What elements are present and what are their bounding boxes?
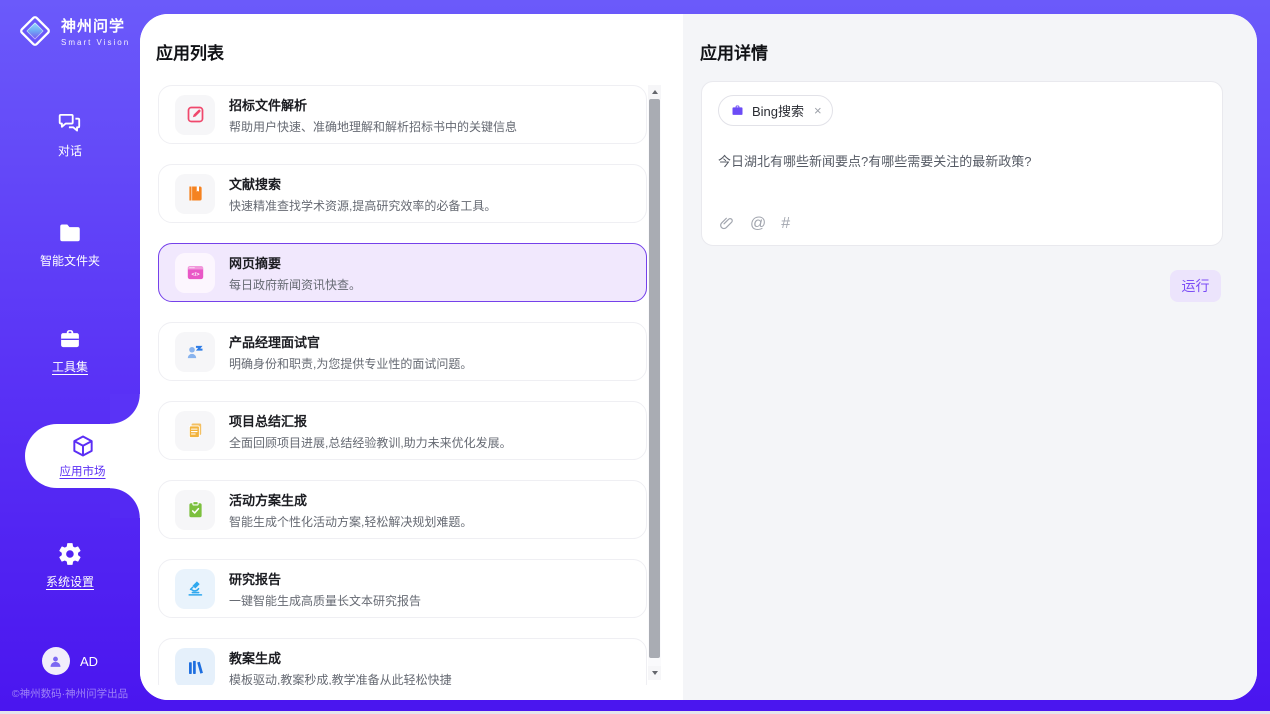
sidebar-item-app-market[interactable]: 应用市场	[25, 424, 140, 488]
sidebar-item-label: 工具集	[52, 358, 88, 375]
app-card-desc: 模板驱动,教案秒成,教学准备从此轻松快捷	[229, 671, 452, 686]
scrollbar[interactable]	[648, 85, 661, 680]
user-row[interactable]: AD	[0, 647, 140, 675]
app-card-desc: 明确身份和职责,为您提供专业性的面试问题。	[229, 355, 472, 372]
app-card-list: 招标文件解析 帮助用户快速、准确地理解和解析招标书中的关键信息 文献搜索 快速精…	[158, 85, 647, 685]
app-card-title: 招标文件解析	[229, 95, 517, 114]
tool-chip-label: Bing搜索	[752, 101, 804, 120]
gear-icon	[0, 541, 140, 567]
app-card[interactable]: 活动方案生成 智能生成个性化活动方案,轻松解决规划难题。	[158, 480, 647, 539]
brand-logo: 神州问学 Smart Vision	[16, 12, 130, 50]
briefcase-icon	[730, 103, 745, 118]
app-card[interactable]: </> 网页摘要 每日政府新闻资讯快查。	[158, 243, 647, 302]
app-card-desc: 智能生成个性化活动方案,轻松解决规划难题。	[229, 513, 472, 530]
folder-icon	[0, 220, 140, 246]
app-card-desc: 每日政府新闻资讯快查。	[229, 276, 361, 293]
app-detail-title: 应用详情	[700, 39, 768, 64]
sidebar-item-label: 系统设置	[46, 573, 94, 590]
brand-subtitle: Smart Vision	[61, 38, 130, 47]
books-icon	[185, 657, 206, 678]
app-card-title: 活动方案生成	[229, 490, 472, 509]
avatar[interactable]	[42, 647, 70, 675]
app-card-title: 项目总结汇报	[229, 411, 512, 430]
hash-icon[interactable]: #	[781, 216, 790, 232]
toolbox-icon	[0, 326, 140, 352]
app-card-desc: 一键智能生成高质量长文本研究报告	[229, 592, 421, 609]
sidebar-item-label: 对话	[58, 142, 82, 159]
chat-icon	[0, 110, 140, 136]
scroll-down-button[interactable]	[648, 666, 661, 680]
copyright-text: ©神州数码·神州问学出品	[0, 686, 140, 701]
mention-icon[interactable]: @	[750, 216, 766, 232]
user-name: AD	[80, 654, 98, 669]
app-card-title: 网页摘要	[229, 253, 361, 272]
app-card-desc: 帮助用户快速、准确地理解和解析招标书中的关键信息	[229, 118, 517, 135]
app-card-title: 教案生成	[229, 648, 452, 667]
triangle-down-icon	[652, 671, 658, 675]
app-card[interactable]: 研究报告 一键智能生成高质量长文本研究报告	[158, 559, 647, 618]
diamond-logo-icon	[16, 12, 54, 50]
prompt-composer[interactable]: Bing搜索 × 今日湖北有哪些新闻要点?有哪些需要关注的最新政策? @ #	[701, 81, 1223, 246]
attachment-icon[interactable]	[718, 215, 735, 232]
triangle-up-icon	[652, 90, 658, 94]
clipboard-check-icon	[185, 499, 206, 520]
run-button[interactable]: 运行	[1170, 270, 1221, 302]
sidebar-item-label: 应用市场	[60, 463, 106, 479]
app-card-desc: 快速精准查找学术资源,提高研究效率的必备工具。	[229, 197, 496, 214]
sidebar-item-smart-folder[interactable]: 智能文件夹	[0, 220, 140, 270]
app-card[interactable]: 文献搜索 快速精准查找学术资源,提高研究效率的必备工具。	[158, 164, 647, 223]
edit-square-icon	[185, 104, 206, 125]
sidebar-item-chat[interactable]: 对话	[0, 110, 140, 160]
book-icon	[185, 183, 206, 204]
tool-chip-bing-search[interactable]: Bing搜索 ×	[718, 95, 833, 126]
app-card-desc: 全面回顾项目进展,总结经验教训,助力未来优化发展。	[229, 434, 512, 451]
sidebar-item-toolset[interactable]: 工具集	[0, 326, 140, 376]
app-card[interactable]: 产品经理面试官 明确身份和职责,为您提供专业性的面试问题。	[158, 322, 647, 381]
app-card[interactable]: 教案生成 模板驱动,教案秒成,教学准备从此轻松快捷	[158, 638, 647, 685]
app-card[interactable]: 项目总结汇报 全面回顾项目进展,总结经验教训,助力未来优化发展。	[158, 401, 647, 460]
app-card-title: 产品经理面试官	[229, 332, 472, 351]
microscope-icon	[185, 578, 206, 599]
app-card[interactable]: 招标文件解析 帮助用户快速、准确地理解和解析招标书中的关键信息	[158, 85, 647, 144]
composer-toolbar: @ #	[718, 215, 790, 232]
app-detail-panel: 应用详情 Bing搜索 × 今日湖北有哪些新闻要点?有哪些需要关注的最新政策? …	[683, 14, 1257, 700]
app-list-title: 应用列表	[156, 39, 224, 64]
browser-code-icon: </>	[185, 262, 206, 283]
brand-name: 神州问学	[61, 15, 130, 36]
person-arrow-icon	[185, 341, 206, 362]
sidebar-item-settings[interactable]: 系统设置	[0, 541, 140, 591]
chip-close-icon[interactable]: ×	[814, 103, 822, 118]
cube-icon	[70, 433, 96, 459]
scroll-up-button[interactable]	[648, 85, 661, 99]
app-card-title: 文献搜索	[229, 174, 496, 193]
docs-icon	[185, 420, 206, 441]
scrollbar-thumb[interactable]	[649, 99, 660, 658]
sidebar: 神州问学 Smart Vision 对话 智能文件夹 工具集 应用市场 系统设置…	[0, 0, 140, 711]
app-list-panel: 应用列表 招标文件解析 帮助用户快速、准确地理解和解析招标书中的关键信息 文献搜…	[140, 14, 683, 700]
sidebar-item-label: 智能文件夹	[40, 252, 100, 269]
app-card-title: 研究报告	[229, 569, 421, 588]
query-text: 今日湖北有哪些新闻要点?有哪些需要关注的最新政策?	[718, 152, 1198, 172]
main-content: 应用列表 招标文件解析 帮助用户快速、准确地理解和解析招标书中的关键信息 文献搜…	[140, 14, 1257, 700]
svg-text:</>: </>	[191, 272, 200, 278]
